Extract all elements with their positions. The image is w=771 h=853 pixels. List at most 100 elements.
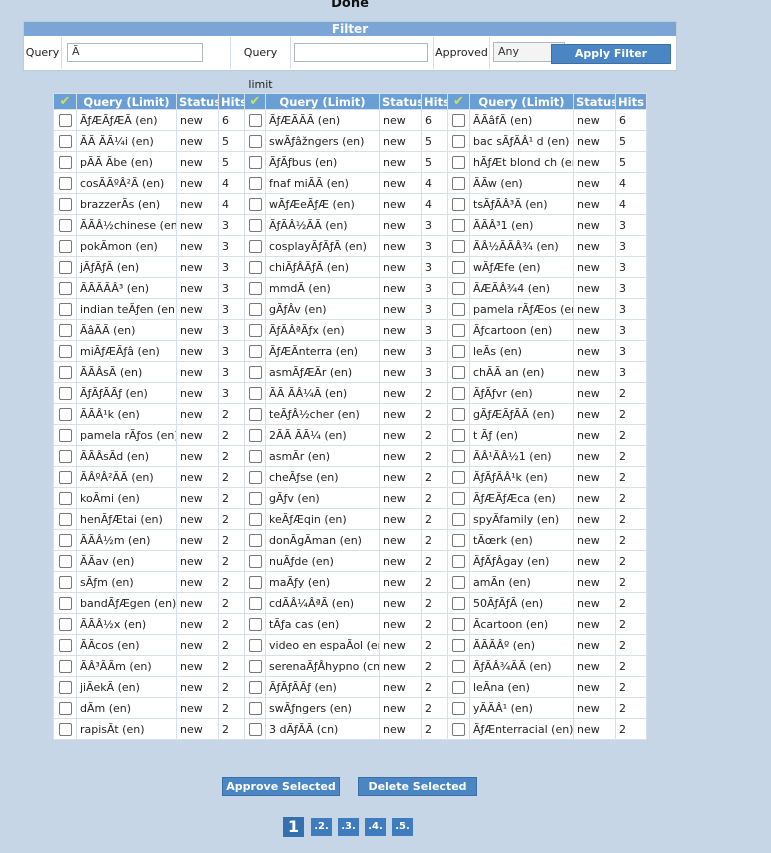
- row-checkbox[interactable]: [248, 302, 262, 316]
- delete-selected-button[interactable]: Delete Selected: [358, 777, 477, 796]
- row-checkbox[interactable]: [58, 323, 72, 337]
- page-4-link[interactable]: .4.: [365, 818, 386, 836]
- row-checkbox[interactable]: [452, 470, 465, 484]
- row-checkbox[interactable]: [58, 554, 72, 568]
- page-1-link[interactable]: 1: [283, 817, 304, 837]
- row-checkbox[interactable]: [248, 386, 262, 400]
- row-checkbox[interactable]: [248, 344, 262, 358]
- row-checkbox[interactable]: [248, 197, 262, 211]
- row-checkbox[interactable]: [248, 155, 262, 169]
- row-checkbox[interactable]: [452, 176, 465, 190]
- row-checkbox[interactable]: [58, 197, 72, 211]
- row-checkbox[interactable]: [248, 365, 262, 379]
- row-checkbox[interactable]: [58, 659, 72, 673]
- row-checkbox[interactable]: [248, 428, 262, 442]
- row-checkbox[interactable]: [248, 617, 262, 631]
- apply-filter-button[interactable]: Apply Filter: [551, 44, 671, 64]
- row-checkbox[interactable]: [452, 491, 465, 505]
- limit-input[interactable]: [294, 43, 428, 62]
- row-checkbox[interactable]: [452, 239, 465, 253]
- row-checkbox[interactable]: [452, 722, 465, 736]
- row-checkbox[interactable]: [58, 407, 72, 421]
- row-checkbox[interactable]: [58, 176, 72, 190]
- select-all-col3[interactable]: ✔: [447, 93, 470, 110]
- row-checkbox[interactable]: [58, 512, 72, 526]
- row-checkbox[interactable]: [58, 260, 72, 274]
- row-checkbox[interactable]: [248, 575, 262, 589]
- row-checkbox[interactable]: [452, 533, 465, 547]
- row-checkbox[interactable]: [452, 575, 465, 589]
- row-checkbox[interactable]: [452, 344, 465, 358]
- row-checkbox[interactable]: [248, 176, 262, 190]
- row-checkbox[interactable]: [248, 659, 262, 673]
- row-checkbox[interactable]: [452, 197, 465, 211]
- row-checkbox[interactable]: [248, 281, 262, 295]
- row-checkbox[interactable]: [248, 638, 262, 652]
- row-checkbox[interactable]: [58, 155, 72, 169]
- row-checkbox[interactable]: [58, 533, 72, 547]
- row-checkbox[interactable]: [452, 260, 465, 274]
- select-all-col2[interactable]: ✔: [244, 93, 266, 110]
- approve-selected-button[interactable]: Approve Selected: [222, 777, 340, 796]
- page-2-link[interactable]: .2.: [311, 818, 332, 836]
- row-checkbox[interactable]: [58, 722, 72, 736]
- query-input[interactable]: Ã: [67, 43, 203, 62]
- row-checkbox[interactable]: [452, 554, 465, 568]
- row-checkbox[interactable]: [248, 533, 262, 547]
- row-checkbox[interactable]: [248, 491, 262, 505]
- row-checkbox[interactable]: [452, 638, 465, 652]
- page-5-link[interactable]: .5.: [392, 818, 413, 836]
- row-checkbox[interactable]: [452, 365, 465, 379]
- row-checkbox[interactable]: [58, 428, 72, 442]
- row-checkbox[interactable]: [248, 680, 262, 694]
- row-checkbox[interactable]: [452, 281, 465, 295]
- row-checkbox[interactable]: [248, 596, 262, 610]
- row-checkbox[interactable]: [248, 449, 262, 463]
- row-checkbox[interactable]: [452, 449, 465, 463]
- row-checkbox[interactable]: [248, 407, 262, 421]
- row-checkbox[interactable]: [58, 470, 72, 484]
- row-checkbox[interactable]: [248, 218, 262, 232]
- row-checkbox[interactable]: [248, 554, 262, 568]
- row-checkbox[interactable]: [452, 155, 465, 169]
- row-checkbox[interactable]: [58, 239, 72, 253]
- row-checkbox[interactable]: [248, 323, 262, 337]
- row-checkbox[interactable]: [58, 302, 72, 316]
- row-checkbox[interactable]: [58, 575, 72, 589]
- row-checkbox[interactable]: [58, 701, 72, 715]
- row-checkbox[interactable]: [248, 701, 262, 715]
- row-checkbox[interactable]: [452, 659, 465, 673]
- row-checkbox[interactable]: [248, 512, 262, 526]
- row-checkbox[interactable]: [452, 428, 465, 442]
- row-checkbox[interactable]: [452, 113, 465, 127]
- row-checkbox[interactable]: [248, 722, 262, 736]
- row-checkbox[interactable]: [452, 617, 465, 631]
- page-3-link[interactable]: .3.: [338, 818, 359, 836]
- row-checkbox[interactable]: [58, 638, 72, 652]
- row-checkbox[interactable]: [58, 617, 72, 631]
- row-checkbox[interactable]: [452, 596, 465, 610]
- row-checkbox[interactable]: [58, 113, 72, 127]
- row-checkbox[interactable]: [452, 680, 465, 694]
- row-checkbox[interactable]: [452, 218, 465, 232]
- row-checkbox[interactable]: [58, 281, 72, 295]
- row-checkbox[interactable]: [452, 701, 465, 715]
- row-checkbox[interactable]: [248, 260, 262, 274]
- row-checkbox[interactable]: [58, 386, 72, 400]
- row-checkbox[interactable]: [248, 239, 262, 253]
- row-checkbox[interactable]: [452, 512, 465, 526]
- row-checkbox[interactable]: [248, 134, 262, 148]
- row-checkbox[interactable]: [58, 344, 72, 358]
- row-checkbox[interactable]: [452, 134, 465, 148]
- row-checkbox[interactable]: [58, 491, 72, 505]
- row-checkbox[interactable]: [58, 596, 72, 610]
- row-checkbox[interactable]: [58, 134, 72, 148]
- row-checkbox[interactable]: [248, 470, 262, 484]
- row-checkbox[interactable]: [58, 680, 72, 694]
- row-checkbox[interactable]: [452, 386, 465, 400]
- row-checkbox[interactable]: [452, 407, 465, 421]
- row-checkbox[interactable]: [58, 365, 72, 379]
- row-checkbox[interactable]: [58, 449, 72, 463]
- select-all-col1[interactable]: ✔: [53, 93, 77, 110]
- row-checkbox[interactable]: [58, 218, 72, 232]
